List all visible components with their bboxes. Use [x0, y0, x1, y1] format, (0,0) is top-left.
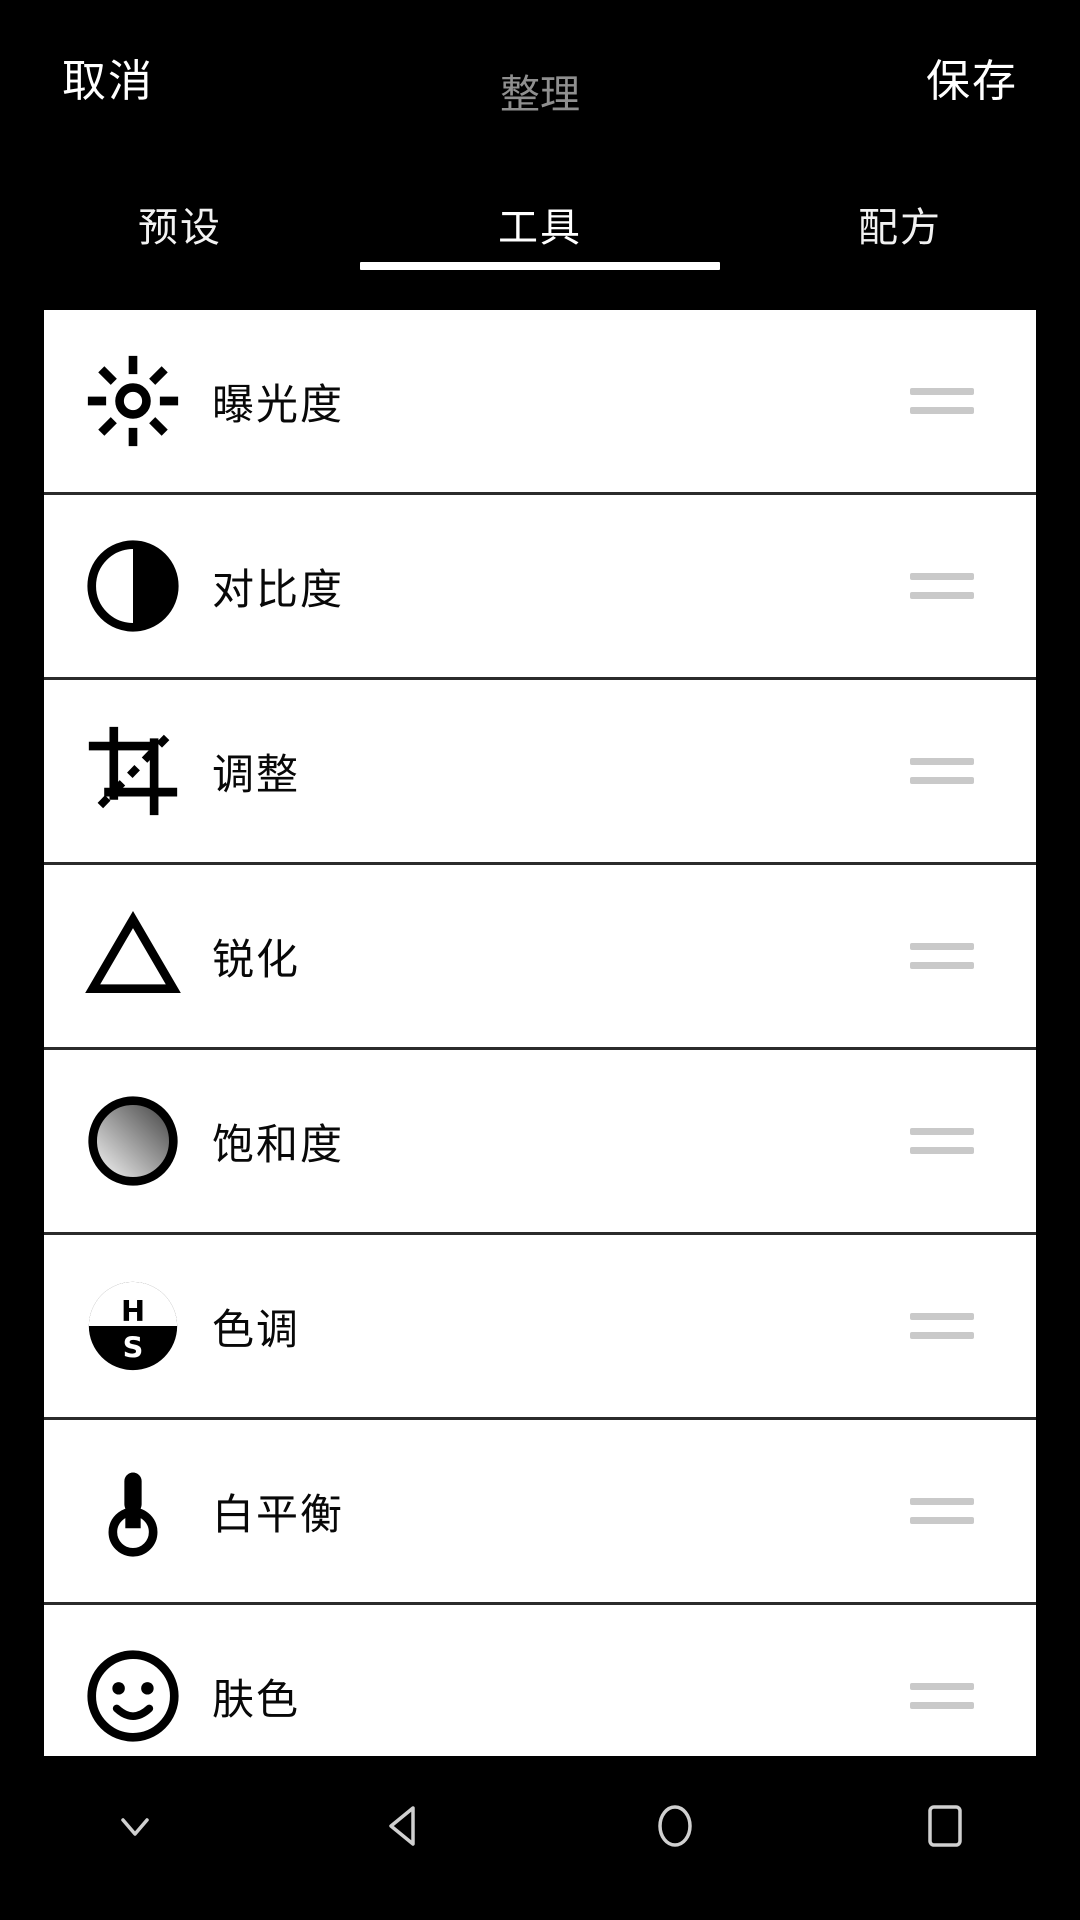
home-button[interactable]: [540, 1798, 810, 1854]
tab-recipes[interactable]: 配方: [720, 167, 1080, 253]
tool-label: 调整: [212, 749, 301, 799]
tool-label: 白平衡: [212, 1489, 345, 1539]
top-action-bar: 取消 整理 保存: [0, 0, 1080, 150]
hide-nav-button[interactable]: [0, 1802, 270, 1850]
tool-row-skin-tone[interactable]: 肤色: [44, 1605, 1036, 1756]
recents-square-icon: [917, 1798, 973, 1854]
drag-handle-icon[interactable]: [910, 1683, 974, 1709]
crop-transform-icon: [78, 723, 188, 819]
tool-row-contrast[interactable]: 对比度: [44, 495, 1036, 680]
hue-saturation-hs-icon: H S: [78, 1278, 188, 1374]
tool-label: 饱和度: [212, 1119, 345, 1169]
back-button[interactable]: [270, 1798, 540, 1854]
recents-button[interactable]: [810, 1798, 1080, 1854]
drag-handle-icon[interactable]: [910, 1128, 974, 1154]
white-balance-thermometer-icon: [78, 1463, 188, 1559]
tool-label: 色调: [212, 1304, 301, 1354]
page-title: 整理: [500, 72, 580, 118]
app-screen: 取消 整理 保存 预设 工具 配方 曝光度 对比度 调整 锐化 饱和度 H S …: [0, 0, 1080, 1920]
tool-row-hue[interactable]: H S 色调: [44, 1235, 1036, 1420]
drag-handle-icon[interactable]: [910, 573, 974, 599]
tool-label: 锐化: [212, 934, 301, 984]
tool-label: 肤色: [212, 1674, 301, 1724]
drag-handle-icon[interactable]: [910, 943, 974, 969]
saturation-gradient-circle-icon: [78, 1093, 188, 1189]
tab-tools[interactable]: 工具: [360, 167, 720, 253]
tab-bar: 预设 工具 配方: [0, 150, 1080, 310]
android-navigation-bar: [0, 1756, 1080, 1896]
tool-row-saturation[interactable]: 饱和度: [44, 1050, 1036, 1235]
sharpen-triangle-icon: [78, 908, 188, 1004]
tool-list: 曝光度 对比度 调整 锐化 饱和度 H S 色调 白平衡 肤色: [44, 310, 1036, 1756]
brightness-sun-icon: [78, 353, 188, 449]
drag-handle-icon[interactable]: [910, 388, 974, 414]
tool-row-adjust[interactable]: 调整: [44, 680, 1036, 865]
skin-tone-face-icon: [78, 1648, 188, 1744]
drag-handle-icon[interactable]: [910, 1313, 974, 1339]
svg-text:H: H: [121, 1294, 145, 1328]
save-button[interactable]: 保存: [926, 60, 1018, 104]
tool-label: 对比度: [212, 564, 345, 614]
contrast-half-circle-icon: [78, 538, 188, 634]
tool-label: 曝光度: [212, 379, 345, 429]
tab-presets[interactable]: 预设: [0, 167, 360, 253]
chevron-down-icon: [111, 1802, 159, 1850]
home-circle-icon: [647, 1798, 703, 1854]
drag-handle-icon[interactable]: [910, 758, 974, 784]
drag-handle-icon[interactable]: [910, 1498, 974, 1524]
back-triangle-icon: [377, 1798, 433, 1854]
tool-row-sharpen[interactable]: 锐化: [44, 865, 1036, 1050]
svg-text:S: S: [123, 1331, 144, 1365]
tool-row-white-balance[interactable]: 白平衡: [44, 1420, 1036, 1605]
active-tab-indicator: [360, 262, 720, 270]
tool-row-exposure[interactable]: 曝光度: [44, 310, 1036, 495]
